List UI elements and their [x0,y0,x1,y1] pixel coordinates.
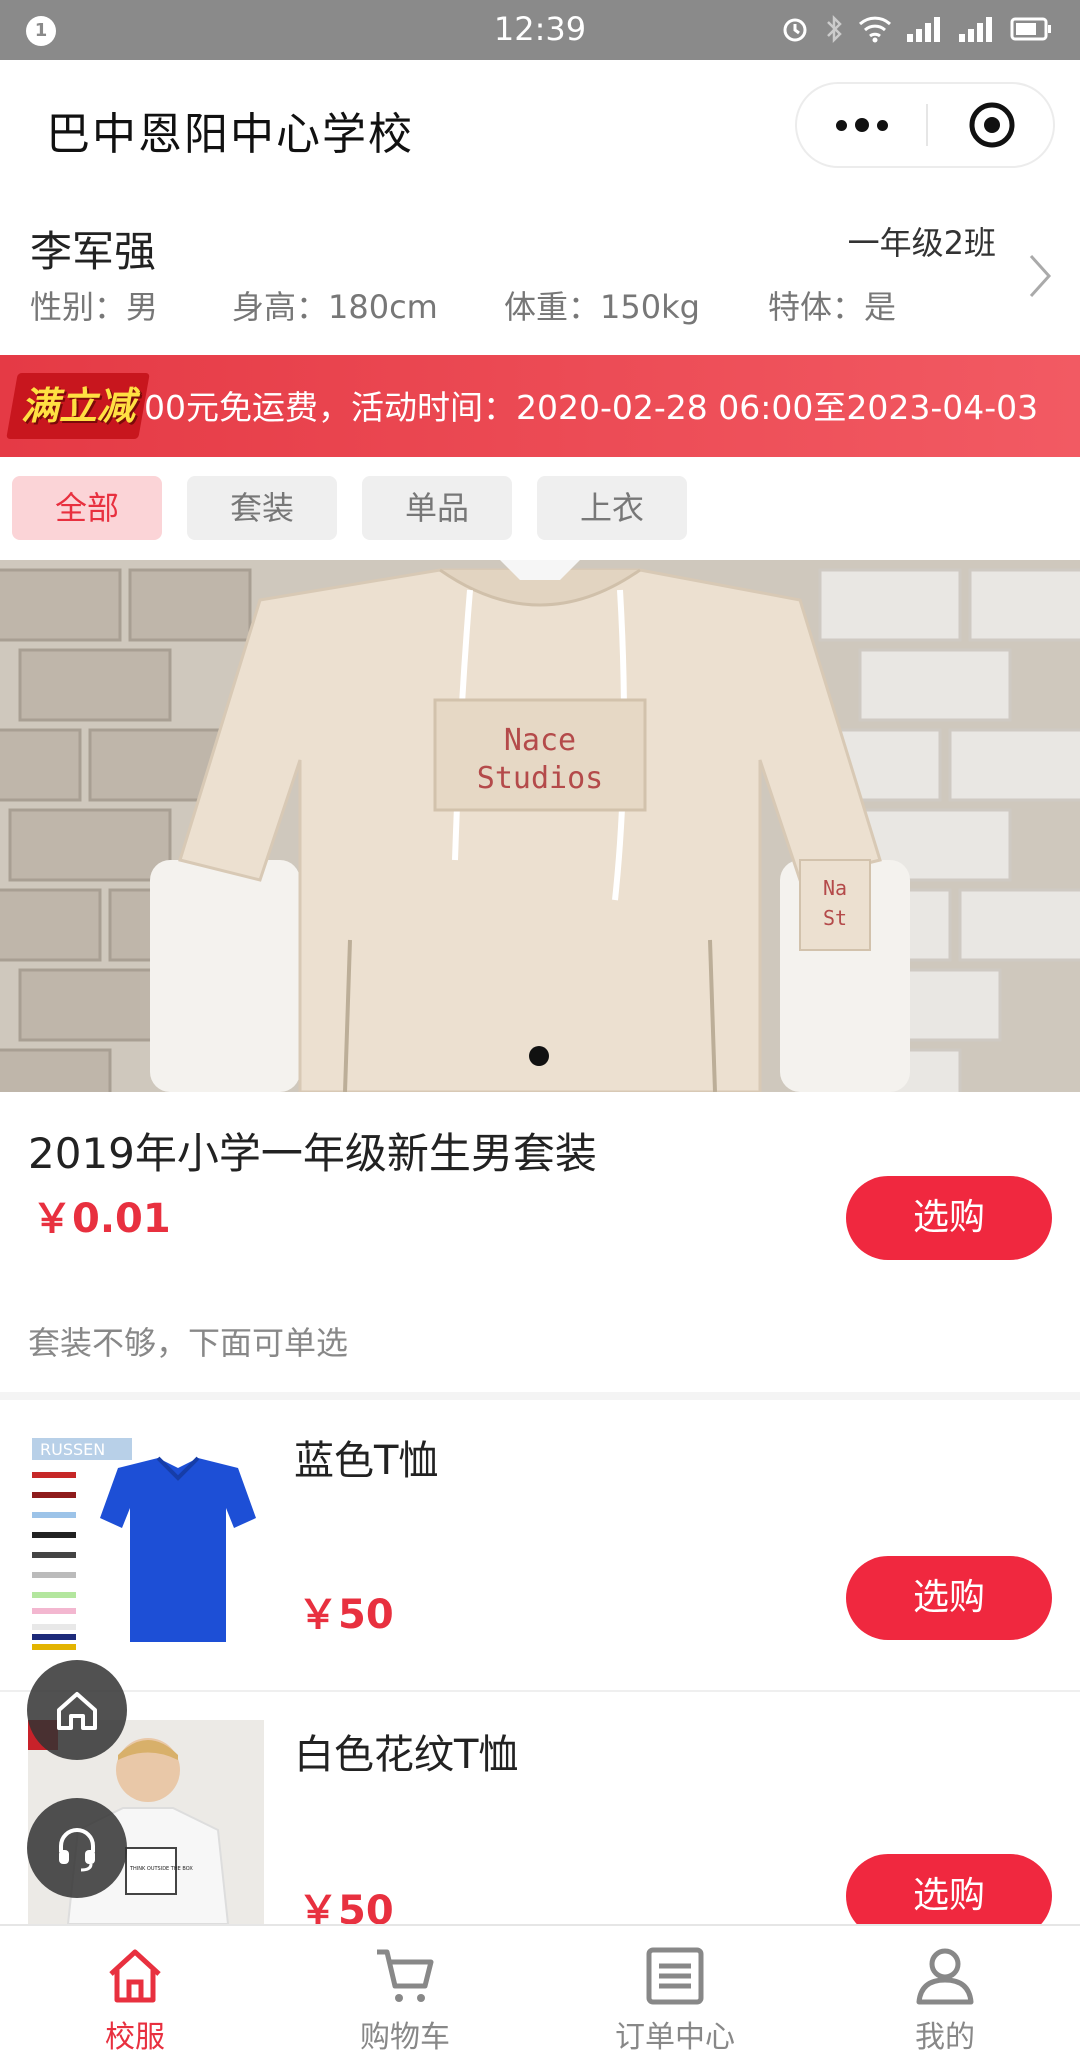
nav-orders[interactable]: 订单中心 [540,1926,810,2060]
product-name[interactable]: 白色花纹T恤 [294,1722,518,1780]
nav-label: 我的 [915,2020,975,2055]
student-gender: 性别：男 [30,288,159,326]
home-icon [109,1949,161,2003]
product-price: ￥50 [298,1592,394,1638]
status-bar: 1 12:39 [0,0,1080,60]
more-dots-icon[interactable] [797,84,926,166]
hero-sleeve-print-line1: Na [823,876,847,900]
promo-banner: 满立减 00元免运费，活动时间：2020-02-28 06:00至2023-04… [0,355,1080,457]
alarm-icon [783,18,807,42]
item-divider [0,1690,1080,1692]
bottom-nav: 校服 购物车 订单中心 我的 [0,1924,1080,2060]
student-name: 李军强 [30,227,157,276]
app-header: 巴中恩阳中心学校 [0,60,1080,190]
student-class: 一年级2班 [847,224,996,262]
nav-label: 订单中心 [615,2020,735,2055]
status-icons [780,14,1052,44]
list-icon [646,1947,704,2005]
signal-icon [907,17,940,42]
featured-title[interactable]: 2019年小学一年级新生男套装 [28,1120,597,1181]
cart-icon [377,1949,434,2002]
user-icon [916,1948,974,2005]
section-divider [0,1392,1080,1400]
nav-label: 校服 [105,2020,165,2055]
capsule-menu [795,82,1055,168]
hero-print-line2: Studios [477,761,603,796]
nav-cart[interactable]: 购物车 [270,1926,540,2060]
tab-singles[interactable]: 单品 [362,476,512,540]
product-image-brand: RUSSEN [40,1440,105,1459]
signal-2-icon [959,17,992,42]
tab-sets[interactable]: 套装 [187,476,337,540]
student-special: 特体：是 [768,288,897,326]
page-title: 巴中恩阳中心学校 [46,109,414,160]
featured-buy-button[interactable]: 选购 [846,1176,1052,1260]
student-info-card[interactable]: 李军强 一年级2班 性别：男 身高：180cm 体重：150kg 特体：是 [0,190,1080,355]
promo-badge: 满立减 [6,373,150,439]
target-close-icon[interactable] [928,84,1055,166]
headset-icon[interactable] [27,1798,127,1898]
student-height: 身高：180cm [232,288,438,326]
nav-mine[interactable]: 我的 [810,1926,1080,2060]
tab-all[interactable]: 全部 [12,476,162,540]
product-buy-button[interactable]: 选购 [846,1556,1052,1640]
home-icon[interactable] [27,1660,127,1760]
carousel-dot-active[interactable] [529,1046,549,1066]
hero-print-line1: Nace [504,723,576,758]
hero-carousel[interactable]: Nace Studios Na St [0,560,1080,1092]
nav-label: 购物车 [360,2020,450,2055]
hero-sleeve-print-line2: St [823,906,847,930]
product-image-blue-tshirt[interactable]: RUSSEN [28,1428,264,1652]
featured-price: ￥0.01 [32,1196,171,1242]
battery-icon [1010,17,1051,41]
product-shirt-print: THINK OUTSIDE THE BOX [129,1866,193,1872]
tab-tops[interactable]: 上衣 [537,476,687,540]
wifi-icon [858,16,892,43]
chevron-right-icon[interactable] [1026,252,1054,304]
bluetooth-icon [827,14,842,44]
promo-text: 00元免运费，活动时间：2020-02-28 06:00至2023-04-03 [144,388,1039,427]
hero-image: Nace Studios Na St [0,560,1080,1092]
student-weight: 体重：150kg [504,288,700,326]
product-name[interactable]: 蓝色T恤 [294,1428,438,1486]
featured-note: 套装不够，下面可单选 [28,1324,349,1362]
nav-uniform[interactable]: 校服 [0,1926,270,2060]
